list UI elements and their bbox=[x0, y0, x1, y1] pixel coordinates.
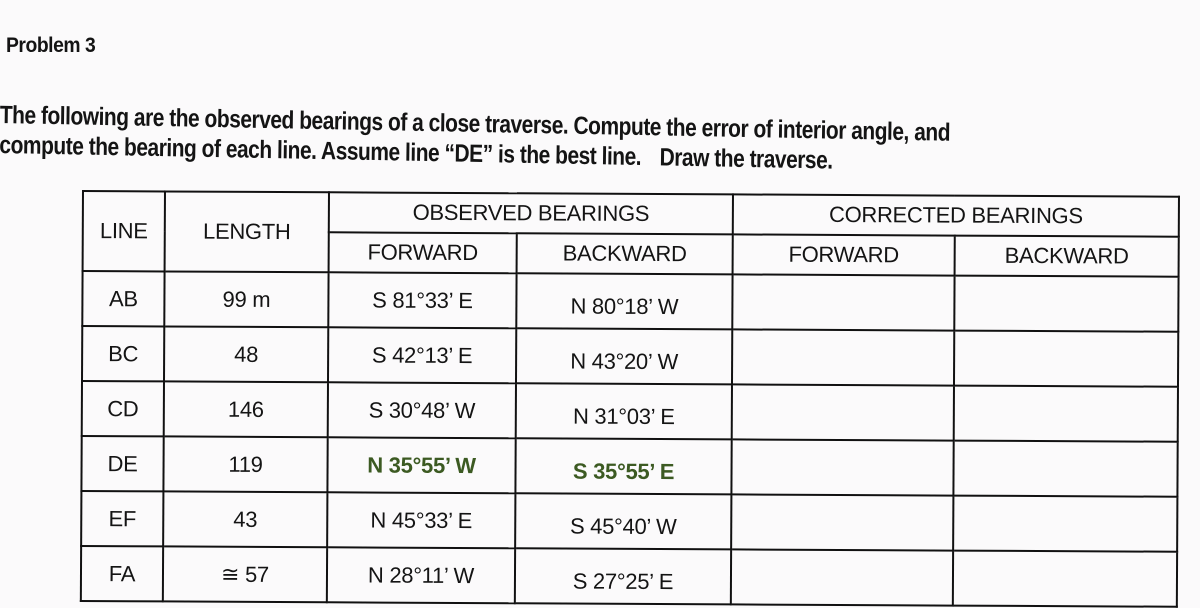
cell-corrected-forward[interactable] bbox=[732, 274, 955, 331]
cell-line: AB bbox=[82, 271, 165, 327]
cell-corrected-backward[interactable] bbox=[952, 550, 1178, 607]
cell-observed-backward: N 43°20’ W bbox=[515, 328, 733, 385]
header-length: LENGTH bbox=[164, 191, 329, 273]
header-observed-forward: FORWARD bbox=[328, 232, 517, 274]
cell-corrected-forward[interactable] bbox=[731, 384, 955, 441]
traverse-table: LINE LENGTH OBSERVED BEARINGS CORRECTED … bbox=[80, 190, 1180, 608]
cell-observed-backward: N 31°03’ E bbox=[515, 383, 733, 440]
table-row: EF 43 N 45°33’ E S 45°40’ W bbox=[81, 491, 1178, 552]
header-corrected-bearings: CORRECTED BEARINGS bbox=[732, 194, 1179, 237]
cell-line: DE bbox=[81, 436, 164, 492]
traverse-table-container: LINE LENGTH OBSERVED BEARINGS CORRECTED … bbox=[80, 190, 1180, 608]
header-line: LINE bbox=[82, 191, 165, 272]
cell-line: EF bbox=[81, 491, 164, 547]
problem-title: Problem 3 bbox=[6, 34, 96, 57]
cell-line: FA bbox=[80, 546, 164, 602]
instructions-draw-traverse: Draw the traverse. bbox=[659, 143, 833, 175]
cell-length: 146 bbox=[163, 381, 328, 438]
cell-observed-backward: N 80°18’ W bbox=[516, 273, 733, 330]
cell-observed-backward: S 35°55’ E bbox=[515, 438, 732, 495]
cell-corrected-forward[interactable] bbox=[730, 549, 954, 606]
table-row-best-line: DE 119 N 35°55’ W S 35°55’ E bbox=[81, 436, 1178, 497]
cell-corrected-backward[interactable] bbox=[954, 330, 1179, 387]
cell-observed-forward: S 30°48’ W bbox=[327, 382, 516, 439]
table-row: FA ≅ 57 N 28°11’ W S 27°25’ E bbox=[80, 546, 1178, 607]
header-corrected-forward: FORWARD bbox=[732, 234, 955, 276]
cell-length: 99 m bbox=[164, 271, 329, 328]
cell-corrected-forward[interactable] bbox=[731, 439, 954, 496]
cell-observed-forward: S 81°33’ E bbox=[328, 272, 517, 329]
cell-length: 119 bbox=[163, 436, 328, 493]
cell-observed-forward: N 35°55’ W bbox=[327, 437, 516, 494]
cell-corrected-backward[interactable] bbox=[953, 385, 1179, 442]
cell-corrected-forward[interactable] bbox=[731, 494, 954, 551]
cell-observed-forward: N 45°33’ E bbox=[327, 492, 516, 549]
header-corrected-backward: BACKWARD bbox=[954, 235, 1179, 277]
table-row: CD 146 S 30°48’ W N 31°03’ E bbox=[81, 381, 1179, 442]
cell-observed-backward: S 27°25’ E bbox=[514, 548, 732, 605]
cell-line: CD bbox=[81, 381, 164, 437]
header-observed-bearings: OBSERVED BEARINGS bbox=[328, 192, 734, 235]
header-row-1: LINE LENGTH OBSERVED BEARINGS CORRECTED … bbox=[82, 191, 1179, 273]
cell-corrected-backward[interactable] bbox=[953, 495, 1178, 552]
table-row: AB 99 m S 81°33’ E N 80°18’ W bbox=[82, 271, 1179, 332]
cell-observed-forward: S 42°13’ E bbox=[327, 327, 517, 384]
header-observed-backward: BACKWARD bbox=[516, 233, 733, 275]
cell-corrected-backward[interactable] bbox=[953, 440, 1178, 497]
table-row: BC 48 S 42°13’ E N 43°20’ W bbox=[81, 326, 1179, 387]
cell-observed-backward: S 45°40’ W bbox=[515, 493, 732, 550]
cell-corrected-backward[interactable] bbox=[954, 275, 1179, 332]
cell-observed-forward: N 28°11’ W bbox=[326, 547, 516, 604]
cell-length: 48 bbox=[163, 326, 329, 383]
problem-instructions: The following are the observed bearings … bbox=[0, 100, 1033, 179]
cell-line: BC bbox=[81, 326, 165, 382]
cell-length: 43 bbox=[163, 491, 328, 548]
cell-corrected-forward[interactable] bbox=[732, 329, 955, 386]
cell-length: ≅ 57 bbox=[162, 546, 328, 603]
